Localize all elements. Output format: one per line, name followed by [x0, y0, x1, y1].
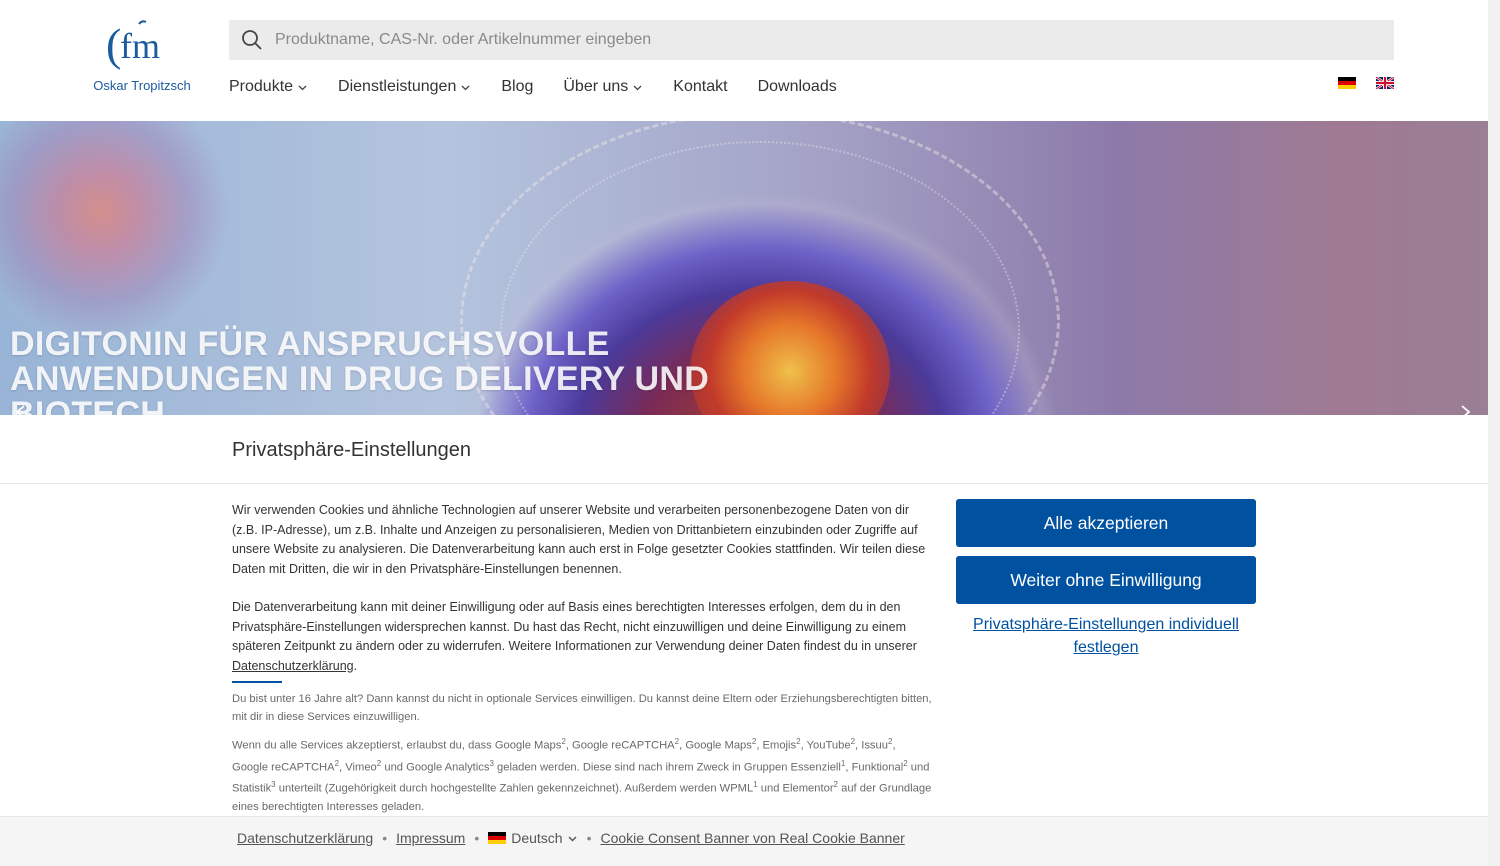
language-label: Deutsch	[511, 830, 563, 846]
consent-description: Wir verwenden Cookies und ähnliche Techn…	[232, 501, 932, 695]
site-header: ( fm Oskar Tropitzsch Produkte Dienstlei…	[0, 0, 1500, 121]
chevron-down-icon	[568, 836, 577, 841]
services-note-text: geladen werden. Diese sind nach ihrem Zw…	[493, 761, 841, 774]
individual-settings-link[interactable]: Privatsphäre-Einstellungen individuell f…	[956, 613, 1256, 659]
services-note-text: , Funktio­nal	[845, 761, 904, 774]
nav-kontakt[interactable]: Kontakt	[673, 76, 727, 98]
nav-blog[interactable]: Blog	[501, 76, 533, 98]
cookie-consent-dialog: Privatsphäre-Einstellungen Wir verwenden…	[0, 415, 1488, 866]
company-logo[interactable]: ( fm Oskar Tropitzsch	[92, 18, 192, 98]
chevron-down-icon	[298, 85, 307, 90]
services-note-text: , Google reCAPTCHA	[565, 739, 675, 752]
nav-label: Produkte	[229, 78, 294, 95]
services-note-text: und Elementor	[757, 783, 834, 796]
footer-links: Datenschutzerklärung • Impressum • Deuts…	[237, 830, 905, 846]
scrollbar[interactable]	[1488, 0, 1500, 866]
cookie-banner-credit-link[interactable]: Cookie Consent Banner von Real Cookie Ba…	[601, 830, 905, 846]
chevron-down-icon	[461, 85, 470, 90]
search-input[interactable]	[275, 20, 1375, 60]
nav-label: Kontakt	[673, 78, 728, 95]
nav-label: Über uns	[563, 78, 629, 95]
nav-label: Blog	[501, 78, 534, 95]
services-note: Wenn du alle Services akzeptierst, erlau…	[232, 733, 932, 816]
consent-notes: Du bist unter 16 Jahre alt? Dann kannst …	[232, 690, 932, 823]
nav-dienstleistungen[interactable]: Dienstleistungen	[338, 76, 471, 98]
separator-dot: •	[382, 830, 388, 846]
nav-label: Dienstleistungen	[338, 78, 457, 95]
services-note-text: , Issuu	[855, 739, 888, 752]
services-note-text: , YouTube	[800, 739, 851, 752]
hero-title: DIGITONIN FÜR ANSPRUCHSVOLLE ANWEN­DUNGE…	[10, 325, 710, 416]
consent-paragraph-text: Die Datenverarbeitung kann mit deiner Ei…	[232, 600, 917, 653]
consent-paragraph: Die Datenverarbeitung kann mit deiner Ei…	[232, 598, 932, 676]
services-note-text: und Google Analytics	[381, 761, 490, 774]
de-flag-icon	[488, 832, 507, 844]
svg-text:fm: fm	[120, 26, 160, 66]
logo-text: Oskar Tropitzsch	[93, 78, 191, 93]
nav-ueber-uns[interactable]: Über uns	[563, 76, 643, 98]
separator-dot: •	[586, 830, 592, 846]
chevron-left-icon[interactable]	[14, 405, 28, 415]
paragraph-end: .	[353, 658, 358, 673]
divider	[232, 681, 282, 683]
services-note-text: , Emojis	[756, 739, 797, 752]
privacy-policy-link[interactable]: Datenschutzerklärung	[232, 659, 354, 673]
de-flag-icon[interactable]	[1338, 77, 1356, 89]
search-bar[interactable]	[229, 20, 1394, 60]
footer-privacy-link[interactable]: Datenschutzerklärung	[237, 830, 373, 846]
age-note: Du bist unter 16 Jahre alt? Dann kannst …	[232, 693, 932, 723]
search-icon[interactable]	[241, 29, 263, 51]
dialog-footer: Datenschutzerklärung • Impressum • Deuts…	[0, 816, 1488, 866]
footer-imprint-link[interactable]: Impressum	[396, 830, 465, 846]
services-note-text: , Vimeo	[339, 761, 377, 774]
cfm-logo-icon: ( fm	[106, 19, 160, 70]
dialog-title: Privatsphäre-Einstellungen	[232, 439, 472, 461]
nav-downloads[interactable]: Downloads	[758, 76, 837, 98]
services-note-text: unterteilt (Zugehörigkeit durch hochgest…	[275, 783, 754, 796]
chevron-right-icon[interactable]	[1458, 405, 1472, 415]
separator-dot: •	[474, 830, 480, 846]
dialog-header: Privatsphäre-Einstellungen	[0, 415, 1488, 484]
chevron-down-icon	[633, 85, 642, 90]
hero-slider: DIGITONIN FÜR ANSPRUCHSVOLLE ANWEN­DUNGE…	[0, 121, 1488, 415]
accept-all-button[interactable]: Alle akzeptieren	[956, 499, 1256, 547]
nav-produkte[interactable]: Produkte	[229, 76, 308, 98]
services-note-text: Wenn du alle Services akzeptierst, erlau…	[232, 739, 562, 752]
uk-flag-icon[interactable]	[1376, 77, 1394, 89]
consent-paragraph: Wir verwenden Cookies und ähnliche Techn…	[232, 503, 926, 576]
nav-label: Downloads	[757, 78, 837, 95]
main-nav: Produkte Dienstleistungen Blog Über uns …	[229, 76, 837, 98]
language-select[interactable]: Deutsch	[488, 830, 577, 846]
services-note-text: , Google Maps	[679, 739, 752, 752]
language-switcher	[1338, 77, 1394, 89]
continue-without-consent-button[interactable]: Weiter ohne Einwilligung	[956, 556, 1256, 604]
